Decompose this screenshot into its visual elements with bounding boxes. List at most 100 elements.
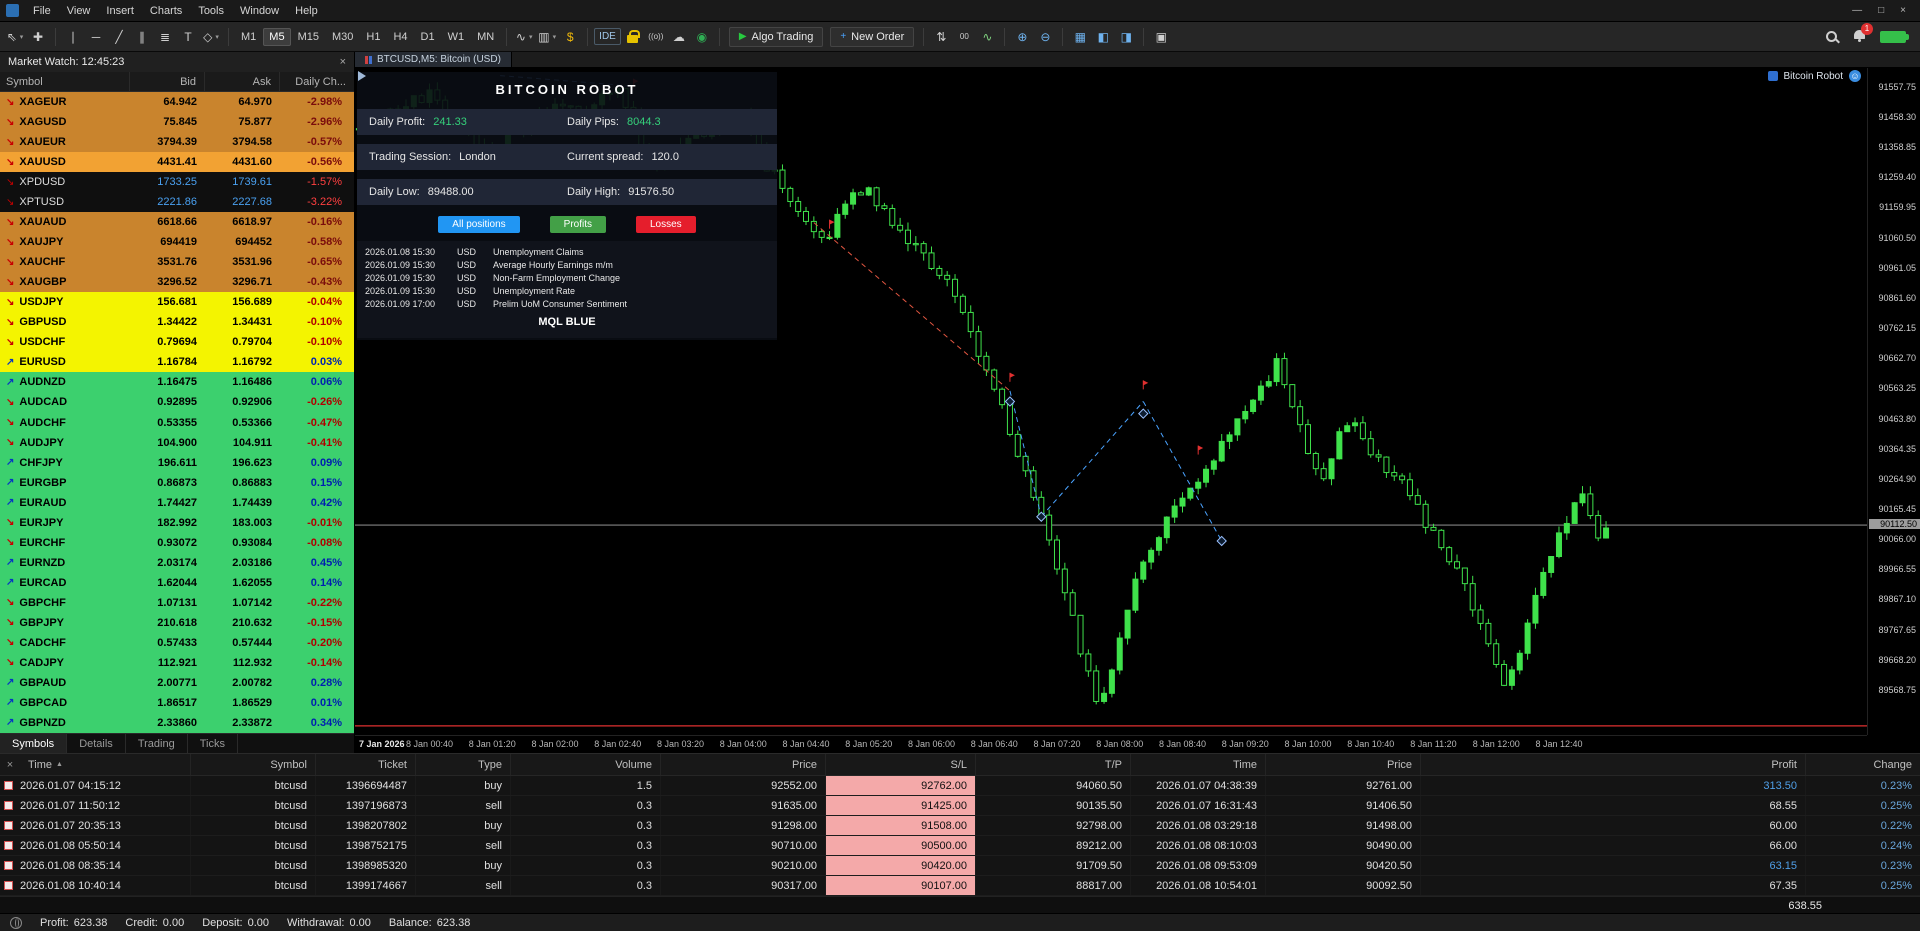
profits-button[interactable]: Profits (549, 216, 606, 233)
market-watch-row[interactable]: ↘ XAUEUR 3794.39 3794.58 -0.57% (0, 132, 354, 153)
dock-panel-left-icon[interactable]: ◧ (1092, 26, 1114, 48)
timeframe-m30[interactable]: M30 (326, 28, 359, 46)
market-watch-tab-trading[interactable]: Trading (126, 734, 188, 753)
market-watch-row[interactable]: ↘ XPDUSD 1733.25 1739.61 -1.57% (0, 172, 354, 193)
market-watch-row[interactable]: ↘ XAUCHF 3531.76 3531.96 -0.65% (0, 252, 354, 273)
crosshair-icon[interactable]: ✚ (27, 26, 49, 48)
toolbox-col-sl-6[interactable]: S/L (825, 754, 975, 775)
losses-button[interactable]: Losses (636, 216, 696, 233)
history-row[interactable]: 2026.01.07 20:35:13 btcusd 1398207802 buy 0.… (0, 816, 1920, 836)
close-button[interactable]: × (1900, 5, 1906, 16)
quotes-icon[interactable]: $ (559, 26, 581, 48)
market-watch-row[interactable]: ↗ CHFJPY 196.611 196.623 0.09% (0, 452, 354, 473)
sort-icon[interactable]: ⇅ (930, 26, 952, 48)
market-watch-row[interactable]: ↘ AUDJPY 104.900 104.911 -0.41% (0, 432, 354, 453)
market-watch-row[interactable]: ↘ GBPCHF 1.07131 1.07142 -0.22% (0, 592, 354, 613)
menu-charts[interactable]: Charts (142, 3, 190, 19)
tile-windows-icon[interactable]: ▦ (1069, 26, 1091, 48)
timeframe-w1[interactable]: W1 (442, 28, 471, 46)
mw-col-dailych[interactable]: Daily Ch... (280, 72, 354, 91)
toolbox-close-icon[interactable]: × (0, 759, 20, 771)
toolbox-col-price-9[interactable]: Price (1265, 754, 1420, 775)
strategy-tester-icon[interactable]: ▣ (1150, 26, 1172, 48)
market-watch-row[interactable]: ↘ EURCHF 0.93072 0.93084 -0.08% (0, 532, 354, 553)
signal-icon[interactable]: ((o)) (645, 26, 667, 48)
market-watch-row[interactable]: ↘ AUDCAD 0.92895 0.92906 -0.26% (0, 392, 354, 413)
market-watch-row[interactable]: ↘ XPTUSD 2221.86 2227.68 -3.22% (0, 192, 354, 213)
cursor-tool-icon[interactable]: ⇖ ▾ (4, 26, 26, 48)
vertical-line-icon[interactable]: ∣ (62, 26, 84, 48)
all-positions-button[interactable]: All positions (438, 216, 520, 233)
price-axis[interactable]: 91557.75 91458.30 91358.85 91259.40 91159.95… (1867, 68, 1920, 735)
chart-style-icon[interactable]: ▥ ▾ (536, 26, 558, 48)
timeframe-d1[interactable]: D1 (415, 28, 441, 46)
market-watch-row[interactable]: ↗ EURGBP 0.86873 0.86883 0.15% (0, 472, 354, 493)
market-watch-row[interactable]: ↗ EURUSD 1.16784 1.16792 0.03% (0, 352, 354, 373)
chart-canvas[interactable]: Bitcoin Robot ☺ BITCOIN ROBOT Daily Prof… (355, 68, 1867, 735)
market-watch-tab-details[interactable]: Details (67, 734, 126, 753)
timeframe-h1[interactable]: H1 (360, 28, 386, 46)
market-watch-row[interactable]: ↘ XAUUSD 4431.41 4431.60 -0.56% (0, 152, 354, 173)
market-watch-row[interactable]: ↘ XAGUSD 75.845 75.877 -2.96% (0, 112, 354, 133)
menu-view[interactable]: View (59, 3, 99, 19)
menu-insert[interactable]: Insert (98, 3, 142, 19)
timeframe-m5[interactable]: M5 (263, 27, 291, 46)
market-watch-row[interactable]: ↘ XAUAUD 6618.66 6618.97 -0.16% (0, 212, 354, 233)
toolbox-col-tp-7[interactable]: T/P (975, 754, 1130, 775)
mw-col-ask[interactable]: Ask (205, 72, 280, 91)
chart-tab[interactable]: BTCUSD,M5: Bitcoin (USD) (355, 52, 512, 67)
market-watch-row[interactable]: ↗ EURCAD 1.62044 1.62055 0.14% (0, 572, 354, 593)
history-row[interactable]: 2026.01.07 04:15:12 btcusd 1396694487 buy 1.… (0, 776, 1920, 796)
dock-panel-right-icon[interactable]: ◨ (1115, 26, 1137, 48)
shapes-icon[interactable]: ◇ ▾ (200, 26, 222, 48)
search-icon[interactable] (1825, 30, 1839, 44)
notifications-button[interactable]: 1 (1853, 22, 1873, 45)
history-row[interactable]: 2026.01.08 08:35:14 btcusd 1398985320 buy 0.… (0, 856, 1920, 876)
market-watch-row[interactable]: ↗ AUDNZD 1.16475 1.16486 0.06% (0, 372, 354, 393)
zoom-out-icon[interactable]: ⊖ (1034, 26, 1056, 48)
lock-icon[interactable] (622, 26, 644, 48)
timeframe-mn[interactable]: MN (471, 28, 500, 46)
tick-chart-icon[interactable]: ∿ ▾ (513, 26, 535, 48)
mw-col-symbol[interactable]: Symbol (0, 72, 130, 91)
toolbox-col-ticket-2[interactable]: Ticket (315, 754, 415, 775)
market-watch-row[interactable]: ↘ CADJPY 112.921 112.932 -0.14% (0, 652, 354, 673)
market-watch-row[interactable]: ↘ GBPJPY 210.618 210.632 -0.15% (0, 612, 354, 633)
toolbox-col-profit-10[interactable]: Profit (1420, 754, 1805, 775)
toolbox-col-type-3[interactable]: Type (415, 754, 510, 775)
trendline-icon[interactable]: ╱ (108, 26, 130, 48)
new-order-button[interactable]: + New Order (830, 26, 915, 47)
cloud-icon[interactable]: ☁ (668, 26, 690, 48)
equidistant-channel-icon[interactable]: ∥ (131, 26, 153, 48)
market-watch-row[interactable]: ↘ XAUGBP 3296.52 3296.71 -0.43% (0, 272, 354, 293)
fibonacci-icon[interactable]: ≣ (154, 26, 176, 48)
timeframe-h4[interactable]: H4 (387, 28, 413, 46)
market-watch-row[interactable]: ↗ GBPCAD 1.86517 1.86529 0.01% (0, 692, 354, 713)
market-watch-row[interactable]: ↗ GBPNZD 2.33860 2.33872 0.34% (0, 712, 354, 733)
market-watch-row[interactable]: ↘ AUDCHF 0.53355 0.53366 -0.47% (0, 412, 354, 433)
menu-file[interactable]: File (25, 3, 59, 19)
market-watch-row[interactable]: ↗ EURAUD 1.74427 1.74439 0.42% (0, 492, 354, 513)
market-watch-row[interactable]: ↘ USDCHF 0.79694 0.79704 -0.10% (0, 332, 354, 353)
market-watch-row[interactable]: ↘ CADCHF 0.57433 0.57444 -0.20% (0, 632, 354, 653)
history-row[interactable]: 2026.01.08 05:50:14 btcusd 1398752175 sell 0… (0, 836, 1920, 856)
market-watch-close-icon[interactable]: × (340, 56, 346, 68)
toolbox-col-time-8[interactable]: Time (1130, 754, 1265, 775)
timeframe-m1[interactable]: M1 (235, 28, 262, 46)
toolbox-col-time-0[interactable]: Time ▲ (20, 754, 190, 775)
zoom-in-icon[interactable]: ⊕ (1011, 26, 1033, 48)
text-tool-icon[interactable]: T (177, 26, 199, 48)
toolbox-col-change-11[interactable]: Change (1805, 754, 1920, 775)
history-row[interactable]: 2026.01.07 11:50:12 btcusd 1397196873 sell 0… (0, 796, 1920, 816)
zigzag-icon[interactable]: ∿ (976, 26, 998, 48)
history-row[interactable]: 2026.01.08 10:40:14 btcusd 1399174667 sell 0… (0, 876, 1920, 896)
menu-help[interactable]: Help (287, 3, 326, 19)
menu-tools[interactable]: Tools (190, 3, 232, 19)
market-watch-row[interactable]: ↘ EURJPY 182.992 183.003 -0.01% (0, 512, 354, 533)
market-watch-row[interactable]: ↘ XAGEUR 64.942 64.970 -2.98% (0, 92, 354, 113)
menu-window[interactable]: Window (232, 3, 287, 19)
market-watch-row[interactable]: ↘ XAUJPY 694419 694452 -0.58% (0, 232, 354, 253)
algo-trading-button[interactable]: ▶ Algo Trading (728, 26, 824, 47)
market-watch-tab-ticks[interactable]: Ticks (188, 734, 238, 753)
market-watch-row[interactable]: ↘ USDJPY 156.681 156.689 -0.04% (0, 292, 354, 313)
